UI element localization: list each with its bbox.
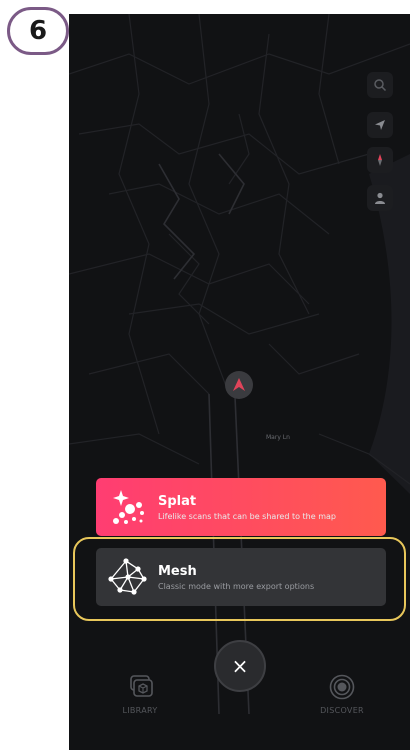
- mesh-option-highlight: [73, 537, 406, 621]
- nav-tab-library-label: LIBRARY: [122, 706, 158, 715]
- step-number-badge: 6: [7, 7, 69, 55]
- nav-tab-discover[interactable]: DISCOVER: [302, 673, 382, 715]
- close-icon: ×: [231, 654, 249, 678]
- compass-icon: [378, 154, 382, 166]
- phone-screen: Mary Ln Splat Lifelike scans that can be…: [69, 14, 410, 750]
- close-button[interactable]: ×: [214, 640, 266, 692]
- search-icon: [374, 79, 387, 92]
- map-compass-button[interactable]: [367, 147, 393, 173]
- profile-icon: [375, 192, 385, 204]
- splat-icon: [113, 490, 144, 524]
- map-locate-button[interactable]: [367, 112, 393, 138]
- user-location-marker: [225, 371, 253, 399]
- nav-tab-discover-label: DISCOVER: [320, 706, 364, 715]
- splat-mode-subtitle: Lifelike scans that can be shared to the…: [158, 511, 336, 521]
- splat-mode-option[interactable]: Splat Lifelike scans that can be shared …: [96, 478, 386, 536]
- splat-mode-title: Splat: [158, 493, 197, 509]
- map-search-button[interactable]: [367, 72, 393, 98]
- locate-icon: [375, 120, 385, 130]
- nav-tab-library[interactable]: LIBRARY: [100, 673, 180, 715]
- library-icon: [130, 675, 153, 697]
- map-street-label: Mary Ln: [266, 434, 290, 441]
- discover-icon: [329, 674, 355, 700]
- location-arrow-icon: [233, 378, 245, 391]
- map-profile-button[interactable]: [367, 185, 393, 211]
